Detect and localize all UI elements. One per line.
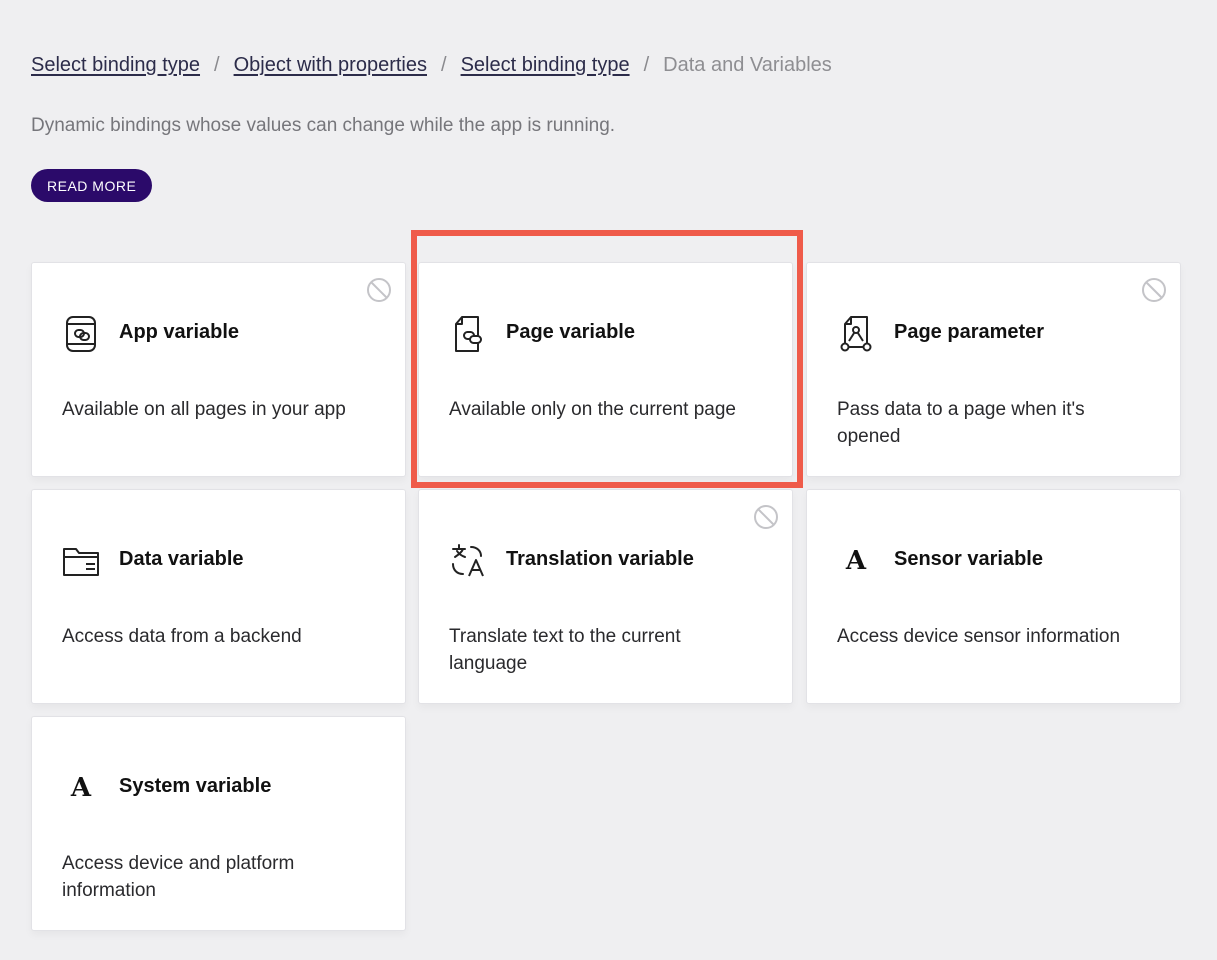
card-page-variable[interactable]: Page variable Available only on the curr… (418, 262, 793, 477)
breadcrumb: Select binding type / Object with proper… (31, 52, 832, 78)
card-page-parameter[interactable]: Page parameter Pass data to a page when … (806, 262, 1181, 477)
card-description: Access device and platform information (62, 853, 295, 901)
card-description: Pass data to a page when it's opened (837, 399, 1085, 447)
card-data-variable[interactable]: Data variable Access data from a backend (31, 489, 406, 704)
card-description: Available on all pages in your app (62, 399, 346, 420)
card-description: Translate text to the current language (449, 626, 681, 674)
page-description: Dynamic bindings whose values can change… (31, 115, 616, 136)
card-title: System variable (119, 775, 272, 797)
breadcrumb-current: Data and Variables (663, 54, 832, 76)
disabled-icon (754, 505, 778, 529)
disabled-icon (1142, 278, 1166, 302)
card-title: App variable (119, 321, 240, 343)
card-title: Sensor variable (894, 548, 1043, 570)
card-description: Access device sensor information (837, 626, 1121, 647)
breadcrumb-separator: / (441, 54, 447, 76)
serif-a-icon: A (845, 546, 867, 576)
page-variable-icon (449, 314, 487, 354)
card-description: Available only on the current page (449, 399, 736, 420)
breadcrumb-link-object-with-properties[interactable]: Object with properties (234, 52, 427, 78)
page-parameter-icon (837, 314, 875, 354)
card-title: Page parameter (894, 321, 1045, 343)
read-more-button[interactable]: READ MORE (31, 169, 153, 202)
card-translation-variable[interactable]: Translation variable Translate text to t… (418, 489, 793, 704)
card-system-variable[interactable]: A System variable Access device and plat… (31, 716, 406, 931)
folder-icon (62, 541, 100, 581)
serif-a-icon: A (70, 773, 92, 803)
translate-icon (449, 541, 487, 581)
breadcrumb-separator: / (643, 54, 650, 76)
card-app-variable[interactable]: App variable Available on all pages in y… (31, 262, 406, 477)
card-sensor-variable[interactable]: A Sensor variable Access device sensor i… (806, 489, 1181, 704)
card-title: Data variable (119, 548, 244, 570)
card-title: Page variable (506, 321, 635, 343)
card-title: Translation variable (506, 548, 694, 570)
page: Select binding type / Object with proper… (0, 0, 1217, 960)
breadcrumb-link-select-binding-type-2[interactable]: Select binding type (461, 52, 630, 78)
breadcrumb-link-select-binding-type[interactable]: Select binding type (31, 52, 200, 78)
card-description: Access data from a backend (62, 626, 302, 647)
disabled-icon (367, 278, 391, 302)
app-variable-icon (62, 314, 100, 354)
breadcrumb-separator: / (214, 54, 220, 76)
